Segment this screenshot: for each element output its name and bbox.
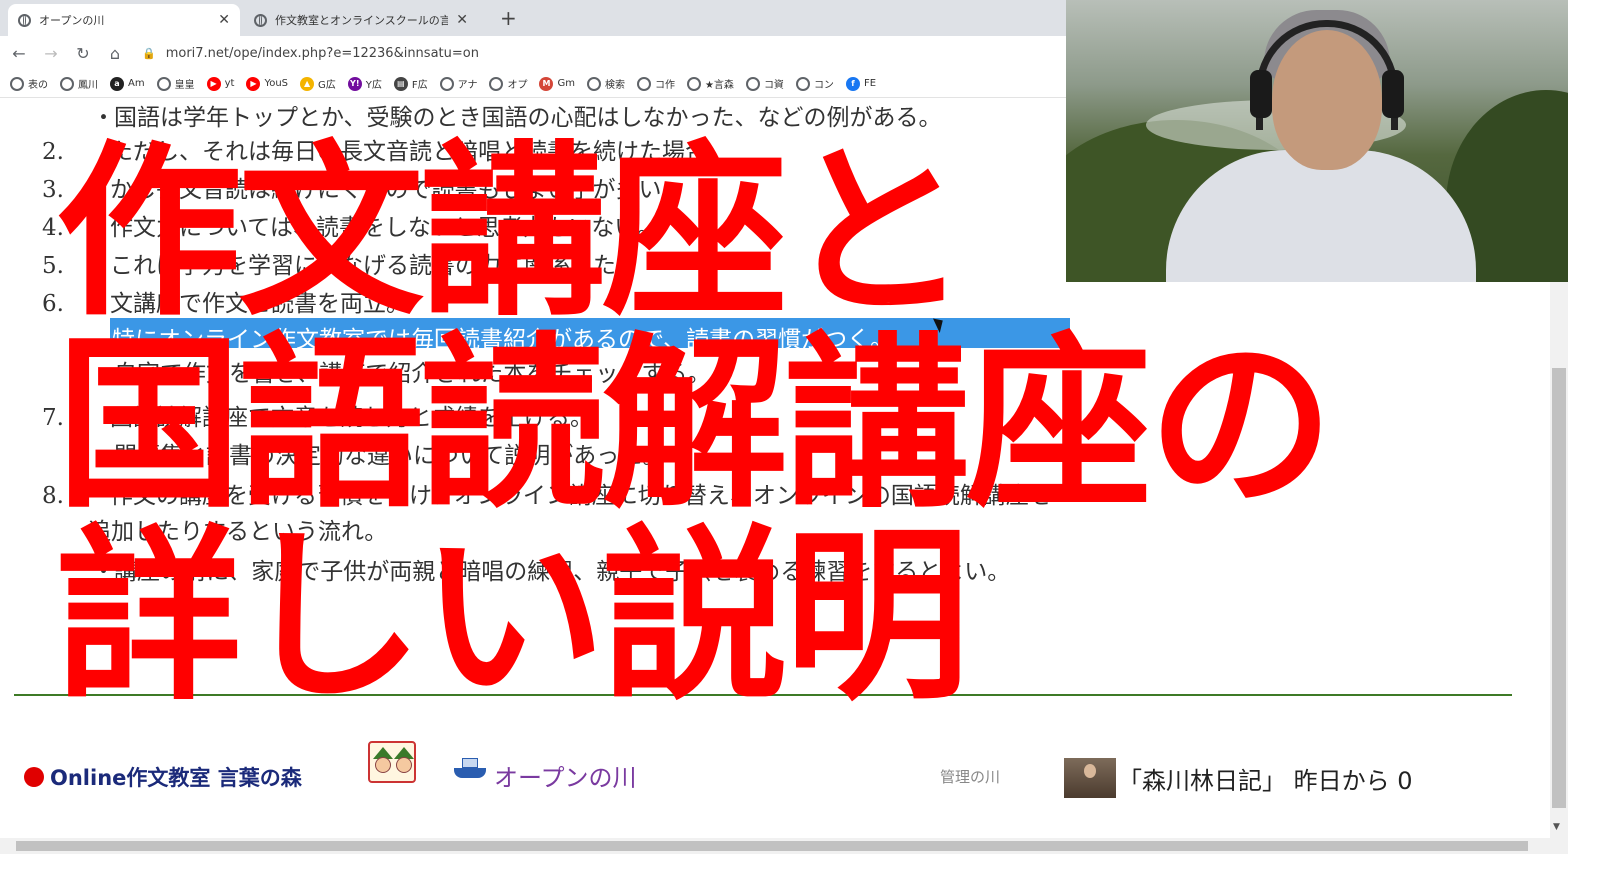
google-ads-icon: ▲ [300,76,315,91]
horizontal-scrollbar-thumb[interactable] [16,841,1528,851]
red-dot-icon [24,767,44,787]
caption-line-2: 国語読解講座の [56,316,1334,533]
scroll-down-arrow-icon[interactable]: ▼ [1553,822,1560,832]
bookmark-item[interactable]: ▶ yt [206,76,235,91]
bookmark-label: オプ [507,80,528,91]
vertical-scrollbar-thumb[interactable] [1552,368,1566,808]
bookmark-label: コ資 [763,80,784,91]
back-arrow-icon[interactable]: ← [6,44,32,63]
new-tab-button[interactable]: + [500,6,517,30]
yahoo-icon: Y! [347,76,362,91]
bookmark-item[interactable]: M Gm [539,76,575,91]
close-tab-icon[interactable]: ✕ [218,12,230,28]
browser-toolbar: ← → ↻ ⌂ 🔒 mori7.net/ope/index.php?e=1223… [0,36,1090,70]
bookmark-label: コン [813,80,834,91]
bookmark-item[interactable]: 皇皇 [156,76,195,91]
bookmark-label: FE [863,78,877,89]
gmail-icon: M [539,76,554,91]
tab-title: 作文教室とオンラインスクールの言葉 [275,14,449,27]
close-tab-icon[interactable]: ✕ [456,12,468,28]
facebook-icon: f [845,76,860,91]
globe-icon [686,76,701,91]
bookmark-item[interactable]: f FE [845,76,877,91]
globe-icon [60,76,74,91]
tab-bar: オープンの川 ✕ 作文教室とオンラインスクールの言葉 ✕ + [0,0,1090,36]
globe-icon [636,76,651,91]
bookmark-label: Am [128,78,145,89]
bookmark-label: コ作 [654,80,675,91]
brand-text: Online作文教室 言葉の森 [50,766,302,790]
boat-icon [454,754,486,780]
globe-icon [586,76,601,91]
bookmark-item[interactable]: ▶ YouS [246,76,289,91]
bookmark-label: 表の [28,80,48,91]
bookmark-label: G広 [318,80,336,91]
globe-icon [439,76,454,91]
globe-icon [489,76,504,91]
bookmark-item[interactable]: コ資 [745,76,784,91]
open-river-link[interactable]: オープンの川 [494,758,637,793]
address-bar[interactable]: 🔒 mori7.net/ope/index.php?e=12236&innsat… [142,46,479,61]
bookmark-label: 検索 [604,80,625,91]
forward-arrow-icon[interactable]: → [38,44,64,63]
bookmark-item[interactable]: ▤ F広 [393,76,428,91]
diary-photo [1064,758,1116,798]
caption-line-1: 作文講座と [56,124,970,341]
bookmark-item[interactable]: Y! Y広 [347,76,382,91]
globe-icon [156,76,171,91]
bookmark-label: アナ [457,80,478,91]
brand-link[interactable]: Online作文教室 言葉の森 [24,762,302,792]
bookmark-item[interactable]: コン [795,76,834,91]
bookmark-label: Y広 [365,80,382,91]
tab-sakubun[interactable]: 作文教室とオンラインスクールの言葉 ✕ [244,4,478,36]
kids-icon[interactable] [368,741,416,783]
lock-icon[interactable]: 🔒 [142,47,156,60]
bookmark-item[interactable]: コ作 [636,76,675,91]
bookmark-item[interactable]: ▲ G広 [300,76,336,91]
bookmark-item[interactable]: 鳳川 [60,76,98,91]
bookmark-item[interactable]: オプ [489,76,527,91]
bookmark-item[interactable]: ★言森 [686,76,734,91]
caption-line-3: 詳しい説明 [56,508,970,725]
tab-open-river[interactable]: オープンの川 ✕ [8,4,240,36]
globe-icon [795,76,810,91]
bookmark-label: ★言森 [704,80,734,91]
globe-icon [745,76,760,91]
bookmark-label: YouS [264,78,289,89]
bookmark-item[interactable]: a Am [110,76,145,91]
tab-title: オープンの川 [39,14,105,27]
admin-link[interactable]: 管理の川 [940,766,1000,787]
amazon-icon: a [110,76,124,91]
globe-icon [10,76,24,91]
bookmark-label: Gm [557,78,575,89]
bookmark-label: F広 [411,80,428,91]
bookmark-label: 皇皇 [174,80,195,91]
diary-link[interactable]: 「森川林日記」 昨日から 0 [1052,758,1413,798]
bookmark-item[interactable]: アナ [439,76,478,91]
url-text: mori7.net/ope/index.php?e=12236&innsatu=… [165,45,479,61]
bookmark-item[interactable]: 表の [10,76,48,91]
youtube-icon: ▶ [246,76,261,91]
home-icon[interactable]: ⌂ [102,44,128,63]
reload-icon[interactable]: ↻ [70,44,96,63]
youtube-icon: ▶ [206,76,221,91]
globe-icon [254,13,267,27]
doc-icon: ▤ [393,76,408,91]
bookmark-item[interactable]: 検索 [586,76,625,91]
bookmark-label: yt [224,78,235,89]
globe-icon [18,13,31,27]
bookmark-label: 鳳川 [78,80,98,91]
diary-text: 「森川林日記」 昨日から 0 [1118,766,1413,795]
webcam-video [1066,0,1568,282]
bookmarks-bar: 表の 鳳川 a Am 皇皇 ▶ yt ▶ YouS ▲ G広 Y! Y広 ▤ F広 アナ オプ M Gm 検索 コ作 ★言… [0,70,1090,98]
